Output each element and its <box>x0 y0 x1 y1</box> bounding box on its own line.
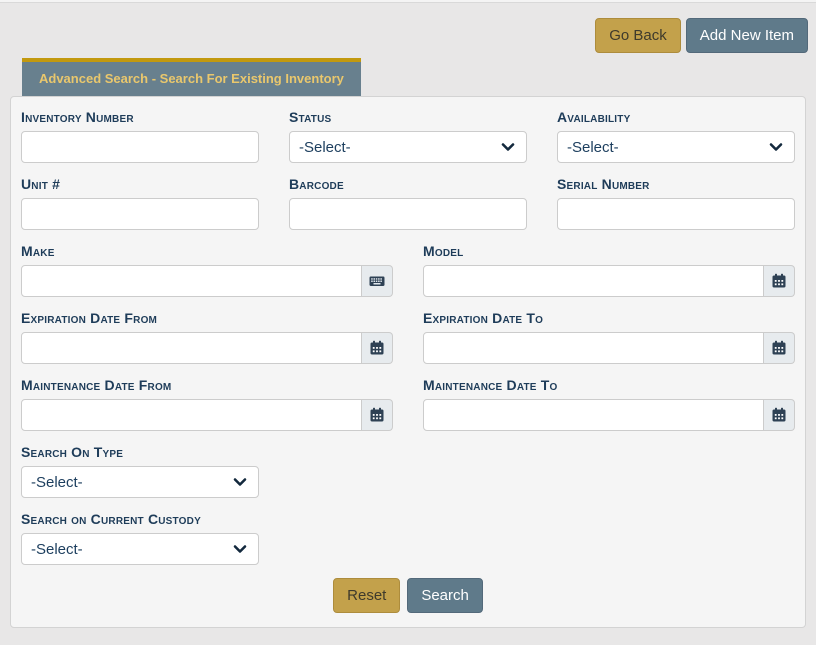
inventory-number-input[interactable] <box>21 131 259 163</box>
calendar-icon <box>771 407 787 423</box>
search-on-current-custody-select[interactable]: -Select- <box>21 533 259 565</box>
search-button[interactable]: Search <box>407 578 483 613</box>
form-row-3: Make <box>21 243 795 297</box>
maintenance-date-to-datepicker-button[interactable] <box>764 399 795 431</box>
model-datepicker-button[interactable] <box>764 265 795 297</box>
calendar-icon <box>369 340 385 356</box>
model-label: Model <box>423 243 795 259</box>
advanced-search-container: Advanced Search - Search For Existing In… <box>10 58 806 628</box>
calendar-icon <box>771 273 787 289</box>
field-availability: Availability -Select- <box>557 109 795 163</box>
field-status: Status -Select- <box>289 109 527 163</box>
model-input[interactable] <box>423 265 764 297</box>
unit-number-label: Unit # <box>21 176 259 192</box>
calendar-icon <box>771 340 787 356</box>
search-on-current-custody-select-wrap: -Select- <box>21 533 259 565</box>
inventory-number-label: Inventory Number <box>21 109 259 125</box>
availability-label: Availability <box>557 109 795 125</box>
make-label: Make <box>21 243 393 259</box>
field-inventory-number: Inventory Number <box>21 109 259 163</box>
search-on-type-select-wrap: -Select- <box>21 466 259 498</box>
field-maintenance-date-from: Maintenance Date From <box>21 377 393 431</box>
toolbar: Go Back Add New Item <box>0 3 816 53</box>
expiration-date-to-datepicker-button[interactable] <box>764 332 795 364</box>
model-input-group <box>423 265 795 297</box>
form-row-4: Expiration Date From <box>21 310 795 364</box>
form-actions: Reset Search <box>21 578 795 617</box>
serial-number-input[interactable] <box>557 198 795 230</box>
keyboard-icon <box>369 273 385 289</box>
barcode-label: Barcode <box>289 176 527 192</box>
expiration-date-to-input[interactable] <box>423 332 764 364</box>
status-label: Status <box>289 109 527 125</box>
field-search-on-type: Search On Type -Select- <box>21 444 259 498</box>
form-row-1: Inventory Number Status -Select- Availab… <box>21 109 795 163</box>
form-row-6: Search On Type -Select- <box>21 444 795 498</box>
field-make: Make <box>21 243 393 297</box>
form-row-2: Unit # Barcode Serial Number <box>21 176 795 230</box>
expiration-date-from-datepicker-button[interactable] <box>362 332 393 364</box>
expiration-date-to-label: Expiration Date To <box>423 310 795 326</box>
expiration-date-from-label: Expiration Date From <box>21 310 393 326</box>
expiration-date-from-input-group <box>21 332 393 364</box>
serial-number-label: Serial Number <box>557 176 795 192</box>
form-row-5: Maintenance Date From <box>21 377 795 431</box>
field-maintenance-date-to: Maintenance Date To <box>423 377 795 431</box>
search-on-type-select[interactable]: -Select- <box>21 466 259 498</box>
maintenance-date-from-datepicker-button[interactable] <box>362 399 393 431</box>
barcode-input[interactable] <box>289 198 527 230</box>
calendar-icon <box>369 407 385 423</box>
unit-number-input[interactable] <box>21 198 259 230</box>
field-expiration-date-from: Expiration Date From <box>21 310 393 364</box>
search-on-type-label: Search On Type <box>21 444 259 460</box>
field-search-on-current-custody: Search on Current Custody -Select- <box>21 511 259 565</box>
maintenance-date-to-label: Maintenance Date To <box>423 377 795 393</box>
make-addon-button[interactable] <box>362 265 393 297</box>
search-on-current-custody-label: Search on Current Custody <box>21 511 259 527</box>
status-select-wrap: -Select- <box>289 131 527 163</box>
maintenance-date-from-input[interactable] <box>21 399 362 431</box>
availability-select-wrap: -Select- <box>557 131 795 163</box>
field-barcode: Barcode <box>289 176 527 230</box>
status-select[interactable]: -Select- <box>289 131 527 163</box>
availability-select[interactable]: -Select- <box>557 131 795 163</box>
form-row-7: Search on Current Custody -Select- <box>21 511 795 565</box>
make-input-group <box>21 265 393 297</box>
expiration-date-to-input-group <box>423 332 795 364</box>
field-unit-number: Unit # <box>21 176 259 230</box>
field-expiration-date-to: Expiration Date To <box>423 310 795 364</box>
field-model: Model <box>423 243 795 297</box>
make-input[interactable] <box>21 265 362 297</box>
expiration-date-from-input[interactable] <box>21 332 362 364</box>
add-new-item-button[interactable]: Add New Item <box>686 18 808 53</box>
maintenance-date-from-label: Maintenance Date From <box>21 377 393 393</box>
go-back-button[interactable]: Go Back <box>595 18 681 53</box>
field-serial-number: Serial Number <box>557 176 795 230</box>
advanced-search-panel: Inventory Number Status -Select- Availab… <box>10 96 806 628</box>
maintenance-date-to-input[interactable] <box>423 399 764 431</box>
maintenance-date-from-input-group <box>21 399 393 431</box>
maintenance-date-to-input-group <box>423 399 795 431</box>
tab-advanced-search[interactable]: Advanced Search - Search For Existing In… <box>22 58 361 96</box>
reset-button[interactable]: Reset <box>333 578 400 613</box>
